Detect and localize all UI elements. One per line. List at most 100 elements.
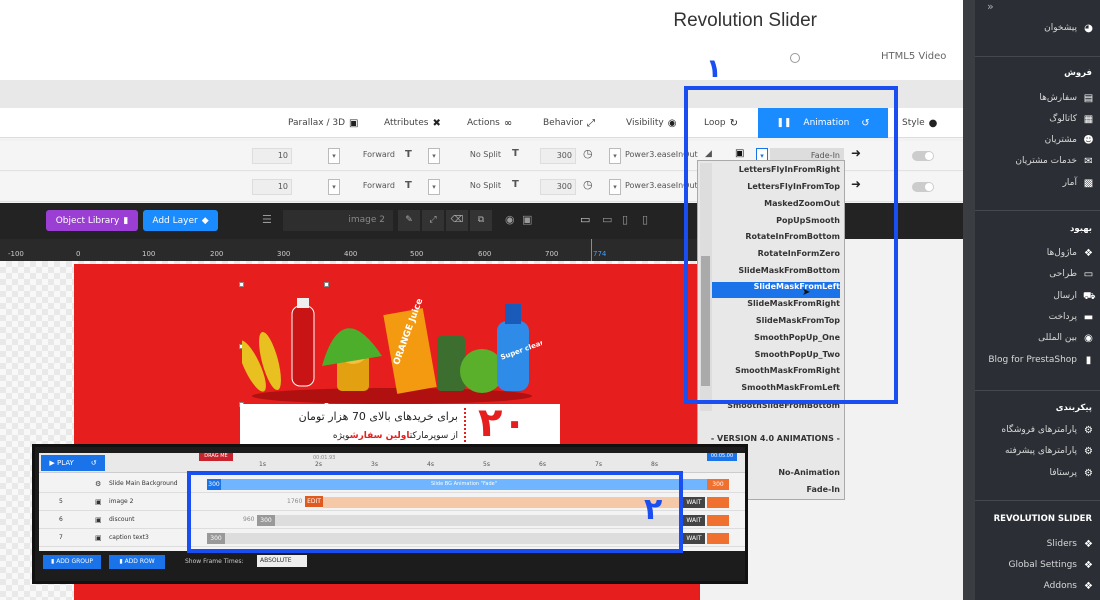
sidebar-item-catalog[interactable]: کاتالوگ ▦	[979, 109, 1094, 129]
play-button[interactable]: ▶ PLAY ↺	[41, 455, 105, 471]
html5-radio[interactable]	[790, 53, 800, 63]
expand-icon[interactable]: ⤢	[422, 210, 444, 231]
sidebar-item-global-settings[interactable]: Global Settings ❖	[979, 555, 1094, 575]
layers-icon: ◆	[201, 215, 209, 226]
highlight-box-2	[187, 471, 683, 553]
speed-input[interactable]: 300	[540, 148, 576, 164]
direction-select[interactable]: Forward	[342, 179, 398, 195]
resize-handle[interactable]	[324, 282, 329, 287]
mobile-icon[interactable]: ▯	[642, 213, 648, 226]
lock-icon[interactable]: ▣	[522, 213, 532, 226]
split-select[interactable]: No Split	[442, 179, 504, 195]
end-block[interactable]	[707, 515, 729, 526]
tablet-icon[interactable]: ▯	[622, 213, 628, 226]
highlight-box-1	[684, 86, 898, 404]
sidebar-item-label: بین المللی	[1038, 333, 1077, 343]
sidebar-item-advanced-params[interactable]: پارامترهای پیشرفته ⚙	[979, 441, 1094, 461]
ruler-tick: 400	[344, 250, 358, 258]
toggle-switch[interactable]	[912, 182, 934, 192]
sidebar-item-shop-params[interactable]: پارامترهای فروشگاه ⚙	[979, 420, 1094, 440]
speed-input[interactable]: 300	[540, 179, 576, 195]
wait-tag[interactable]: WAIT	[683, 533, 705, 544]
frame-times-select[interactable]: ABSOLUTE	[257, 555, 307, 567]
sidebar-item-label: سفارش‌ها	[1039, 93, 1077, 103]
trash-icon[interactable]: ⌫	[446, 210, 468, 231]
dashboard-icon: ◕	[1084, 22, 1093, 34]
object-library-button[interactable]: Object Library ▮	[46, 210, 138, 231]
offset-input[interactable]: 10	[252, 148, 292, 164]
globe-icon: ◉	[1084, 332, 1093, 344]
wait-tag[interactable]: WAIT	[683, 515, 705, 526]
tab-parallax[interactable]: Parallax / 3D ▣	[288, 108, 358, 138]
horizontal-ruler: -100 0 100 200 300 400 500 600 700 774	[0, 239, 700, 261]
end-block[interactable]	[707, 533, 729, 544]
chart-icon: ▩	[1083, 177, 1094, 189]
coupon-text: ویژه	[332, 431, 350, 441]
toggle-switch[interactable]	[912, 151, 934, 161]
add-group-button[interactable]: ▮ ADD GROUP	[43, 555, 101, 569]
resize-handle[interactable]	[239, 282, 244, 287]
sidebar-item-modules[interactable]: ماژول‌ها ❖	[979, 243, 1094, 263]
split-select[interactable]: No Split	[442, 148, 504, 164]
direction-select[interactable]: Forward	[342, 148, 398, 164]
sidebar-item-international[interactable]: بین المللی ◉	[979, 328, 1094, 348]
ruler-tick: 0	[76, 250, 81, 258]
timeline-header: ▶ PLAY ↺ DRAG ME 00:01.93 00:05.00 1s 2s…	[39, 453, 745, 473]
sidebar-section-title: فروش	[1064, 68, 1092, 78]
tab-visibility[interactable]: Visibility ◉	[626, 108, 676, 138]
menu-icon[interactable]: ☰	[262, 213, 272, 226]
sidebar-item-label: طراحی	[1049, 269, 1077, 279]
collapse-icon[interactable]: »	[987, 0, 994, 13]
sidebar-item-shipping[interactable]: ارسال ⛟	[979, 286, 1096, 306]
tab-actions[interactable]: Actions ∞	[467, 108, 512, 138]
sidebar-item-sliders[interactable]: Sliders ❖	[979, 534, 1094, 554]
grocery-products-image[interactable]: ORANGE Juice Super cleanliness	[242, 296, 542, 406]
sidebar-item-orders[interactable]: سفارش‌ها ▤	[979, 88, 1094, 108]
sidebar-item-stats[interactable]: آمار ▩	[979, 173, 1094, 193]
dropdown-arrow[interactable]: ▾	[328, 148, 340, 164]
sidebar-item-addons[interactable]: Addons ❖	[979, 576, 1094, 596]
tab-style[interactable]: Style ●	[902, 108, 937, 138]
sidebar-item-payment[interactable]: پرداخت ▬	[979, 307, 1094, 327]
dropdown-arrow[interactable]: ▾	[609, 148, 621, 164]
eye-icon: ◉	[667, 117, 677, 129]
sidebar-item-prestafa[interactable]: پرستافا ⚙	[979, 463, 1094, 483]
add-layer-button[interactable]: Add Layer ◆	[143, 210, 218, 231]
end-time-marker[interactable]: 00:05.00	[707, 453, 737, 461]
truck-icon: ⛟	[1083, 290, 1096, 302]
offset-input[interactable]: 10	[252, 179, 292, 195]
end-block[interactable]	[707, 497, 729, 508]
sidebar-item-dashboard[interactable]: پیشخوان ◕	[979, 18, 1094, 38]
sidebar-item-label: خدمات مشتریان	[1015, 156, 1077, 166]
button-label: ADD GROUP	[56, 558, 94, 565]
add-row-button[interactable]: ▮ ADD ROW	[109, 555, 165, 569]
sidebar-item-blog[interactable]: Blog for PrestaShop ▮	[979, 350, 1094, 370]
notebook-icon[interactable]: ▭	[602, 213, 612, 226]
eye-icon[interactable]: ◉	[505, 213, 515, 226]
button-label: Object Library	[55, 215, 120, 226]
dropdown-arrow[interactable]: ▾	[428, 148, 440, 164]
duplicate-icon[interactable]: ⧉	[470, 210, 492, 231]
sidebar-item-customer-service[interactable]: خدمات مشتریان ✉	[979, 151, 1094, 171]
edit-icon[interactable]: ✎	[398, 210, 420, 231]
sidebar-item-label: Sliders	[1046, 539, 1077, 549]
dropdown-arrow[interactable]: ▾	[328, 179, 340, 195]
tab-attributes[interactable]: Attributes ✖	[384, 108, 441, 138]
sidebar-item-label: پیشخوان	[1044, 23, 1077, 33]
dropdown-arrow[interactable]: ▾	[609, 179, 621, 195]
file-icon: ▮	[1085, 354, 1092, 366]
desktop-icon[interactable]: ▭	[580, 213, 590, 226]
sidebar-item-customers[interactable]: مشتریان ☻	[979, 130, 1094, 150]
dropdown-arrow[interactable]: ▾	[428, 179, 440, 195]
ruler-marker-line	[591, 239, 592, 261]
second-tick: 2s	[315, 461, 322, 468]
layer-name: Slide Main Background	[109, 480, 178, 487]
tab-behavior[interactable]: Behavior ⤢	[543, 108, 595, 138]
bg-end-value[interactable]: 300	[707, 479, 729, 490]
layer-name-field[interactable]: image 2	[283, 210, 393, 231]
sidebar-item-design[interactable]: طراحی ▭	[979, 264, 1094, 284]
page-title: Revolution Slider	[673, 10, 817, 31]
wait-tag[interactable]: WAIT	[683, 497, 705, 508]
drag-me-marker[interactable]: DRAG ME	[199, 453, 233, 461]
sidebar-item-label: Addons	[1043, 581, 1077, 591]
